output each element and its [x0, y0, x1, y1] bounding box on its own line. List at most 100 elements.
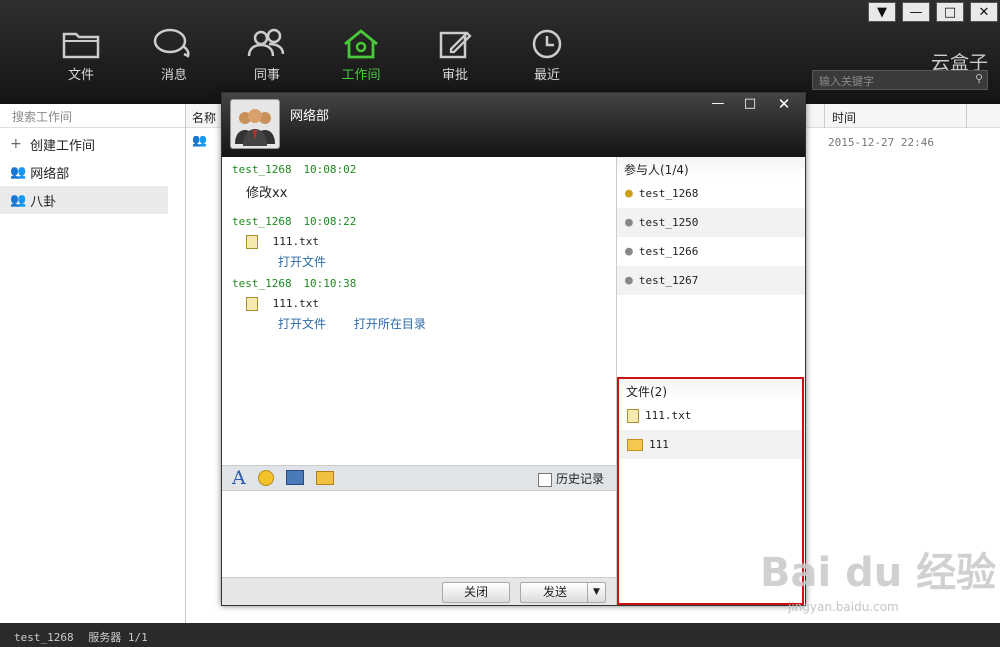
emoji-icon[interactable]: [258, 470, 274, 486]
file-item[interactable]: 111.txt: [619, 401, 802, 430]
baidu-watermark: Bai du 经验: [760, 550, 997, 596]
chat-bubbles-icon: [153, 28, 190, 58]
participants-title: 参与人(1/4): [617, 157, 805, 179]
user-online-icon: ●: [625, 186, 633, 201]
sidebar-item-label: 网络部: [30, 166, 70, 182]
message-time: 10:10:38: [303, 277, 357, 290]
message-time: 10:08:22: [303, 215, 357, 228]
file-name: 111.txt: [645, 409, 692, 422]
open-folder-link[interactable]: 打开所在目录: [354, 317, 426, 331]
status-server: 服务器 1/1: [88, 631, 148, 644]
minimize-icon[interactable]: —: [902, 2, 930, 22]
send-button-label: 发送: [543, 585, 568, 599]
chat-history: test_1268 10:08:02 修改xx test_1268 10:08:…: [222, 157, 616, 465]
screenshot-icon[interactable]: [286, 470, 304, 485]
sidebar-search-input[interactable]: 搜索工作间: [0, 104, 185, 128]
message-user: test_1268: [232, 215, 292, 228]
text-file-icon: [246, 235, 258, 249]
nav-colleagues[interactable]: 同事: [232, 28, 302, 83]
create-workspace-button[interactable]: + 创建工作间: [0, 130, 185, 158]
workspace-sidebar: 搜索工作间 + 创建工作间 👥 网络部 👥 八卦: [0, 104, 186, 623]
group-icon: 👥: [10, 192, 27, 208]
status-bar: test_1268 服务器 1/1: [0, 623, 1000, 647]
send-button[interactable]: 发送 ▼: [520, 582, 606, 603]
open-file-link[interactable]: 打开文件: [278, 255, 326, 269]
dialog-footer: 关闭 发送 ▼: [222, 577, 616, 605]
chat-message: test_1268 10:08:02 修改xx: [232, 162, 356, 201]
row-timestamp: 2015-12-27 22:46: [828, 136, 934, 149]
column-time-header[interactable]: 时间: [832, 109, 856, 126]
maximize-icon[interactable]: □: [936, 2, 964, 22]
nav-workspace-label: 工作间: [341, 68, 381, 83]
search-placeholder: 输入关键字: [819, 75, 874, 88]
participant-item[interactable]: ● test_1268: [617, 179, 805, 208]
column-divider: [824, 104, 825, 128]
nav-recent-label: 最近: [533, 68, 560, 83]
message-time: 10:08:02: [303, 163, 357, 176]
group-icon: 👥: [10, 164, 27, 180]
dialog-header: 网络部 — □ ✕: [222, 93, 805, 157]
file-name: 111: [649, 438, 669, 451]
participant-item[interactable]: ● test_1250: [617, 208, 805, 237]
nav-files-label: 文件: [67, 68, 94, 83]
nav-messages-label: 消息: [160, 68, 187, 83]
nav-recent[interactable]: 最近: [512, 28, 582, 83]
nav-workspace[interactable]: 工作间: [326, 28, 396, 83]
history-label: 历史记录: [555, 472, 604, 486]
participant-item[interactable]: ● test_1267: [617, 266, 805, 295]
menu-dropdown-icon[interactable]: ▼: [868, 2, 896, 22]
participant-name: test_1250: [638, 216, 699, 229]
search-input[interactable]: 输入关键字 ⚲: [812, 70, 988, 90]
participant-item[interactable]: ● test_1266: [617, 237, 805, 266]
chat-message: test_1268 10:08:22 111.txt 打开文件: [232, 214, 356, 270]
nav-approval[interactable]: 审批: [420, 28, 490, 83]
user-offline-icon: ●: [625, 273, 633, 288]
close-icon[interactable]: ✕: [970, 2, 998, 22]
message-user: test_1268: [232, 163, 292, 176]
history-icon: [537, 472, 552, 487]
text-file-icon: [246, 297, 258, 311]
history-button[interactable]: 历史记录: [537, 470, 604, 487]
participant-name: test_1267: [638, 274, 699, 287]
nav-files[interactable]: 文件: [46, 28, 116, 83]
folder-icon: [62, 32, 100, 59]
message-input[interactable]: [222, 491, 616, 577]
group-avatar: [230, 99, 280, 149]
send-file-icon[interactable]: [316, 471, 334, 485]
folder-icon: [627, 438, 643, 451]
column-divider: [966, 104, 967, 128]
file-item[interactable]: 111: [619, 430, 802, 459]
sidebar-item-network-dept[interactable]: 👥 网络部: [0, 158, 185, 186]
colleagues-icon: [247, 28, 285, 57]
baidu-watermark-url: jingyan.baidu.com: [788, 600, 899, 614]
participant-name: test_1268: [638, 187, 699, 200]
open-file-link[interactable]: 打开文件: [278, 317, 326, 331]
group-avatar-icon: [235, 109, 275, 146]
workspace-icon: [344, 29, 378, 59]
chevron-down-icon[interactable]: ▼: [587, 583, 605, 602]
chat-message: test_1268 10:10:38 111.txt 打开文件 打开所在目录: [232, 276, 426, 332]
workspace-chat-dialog: 网络部 — □ ✕ test_1268 10:08:02 修改xx test_1…: [221, 92, 806, 606]
sidebar-item-gossip[interactable]: 👥 八卦: [0, 186, 168, 214]
clock-icon: [532, 29, 562, 59]
search-icon[interactable]: ⚲: [975, 72, 983, 85]
user-offline-icon: ●: [625, 244, 633, 259]
chat-toolbar: A 历史记录: [222, 465, 616, 491]
dialog-minimize-icon[interactable]: —: [704, 95, 732, 113]
dialog-maximize-icon[interactable]: □: [736, 95, 764, 113]
participant-name: test_1266: [638, 245, 699, 258]
user-offline-icon: ●: [625, 215, 633, 230]
text-file-icon: [627, 408, 639, 423]
font-icon[interactable]: A: [232, 467, 246, 489]
message-user: test_1268: [232, 277, 292, 290]
close-button[interactable]: 关闭: [442, 582, 510, 603]
dialog-close-icon[interactable]: ✕: [770, 95, 798, 113]
dialog-title: 网络部: [290, 109, 330, 124]
top-navigation-bar: ▼ — □ ✕ 文件 消息 同事 工作间 审批 最近 云盒子 输入关键字 ⚲: [0, 0, 1000, 104]
plus-icon: +: [10, 136, 22, 152]
column-name-header[interactable]: 名称: [192, 109, 216, 126]
nav-colleagues-label: 同事: [253, 68, 280, 83]
files-title: 文件(2): [619, 379, 802, 401]
nav-messages[interactable]: 消息: [139, 28, 209, 83]
attachment-name: 111.txt: [272, 297, 319, 310]
